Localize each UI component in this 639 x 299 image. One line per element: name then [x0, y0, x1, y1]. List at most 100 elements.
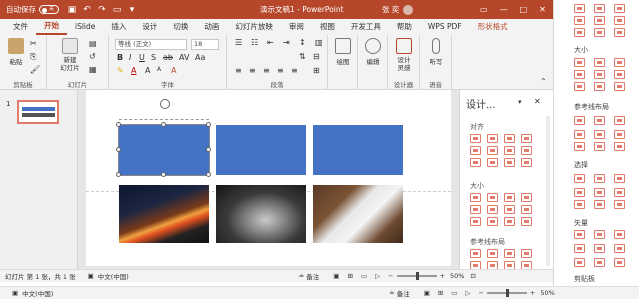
- increase-indent-icon[interactable]: ⇥: [283, 38, 290, 47]
- tab-3[interactable]: 插入: [103, 19, 134, 35]
- underline-icon[interactable]: U: [139, 53, 145, 62]
- tool-icon[interactable]: [594, 4, 605, 13]
- layout-tool-icon[interactable]: [521, 193, 532, 202]
- layout-tool-icon[interactable]: [470, 249, 481, 258]
- photo-laptop-typing[interactable]: [216, 185, 306, 243]
- tool-icon[interactable]: [614, 174, 625, 183]
- resize-handle[interactable]: [116, 122, 121, 127]
- layout-tool-icon[interactable]: [521, 249, 532, 258]
- tool-icon[interactable]: [574, 4, 585, 13]
- present-icon[interactable]: ▭: [112, 5, 122, 15]
- layout-tool-icon[interactable]: [470, 193, 481, 202]
- tool-icon[interactable]: [594, 82, 605, 91]
- decrease-indent-icon[interactable]: ⇤: [267, 38, 274, 47]
- autosave-control[interactable]: 自动保存 关: [6, 4, 59, 15]
- status-zoom[interactable]: 50%: [450, 272, 464, 280]
- bullets-icon[interactable]: ☰: [235, 38, 242, 47]
- normal-view-icon[interactable]: ▣: [333, 272, 339, 280]
- undo-icon[interactable]: ↶: [82, 5, 92, 15]
- outer-notes-icon[interactable]: ≐: [389, 289, 394, 297]
- resize-handle[interactable]: [206, 122, 211, 127]
- layout-tool-icon[interactable]: [504, 158, 515, 167]
- outer-zoom[interactable]: 50%: [540, 289, 554, 297]
- tool-icon[interactable]: [574, 230, 585, 239]
- tool-icon[interactable]: [614, 244, 625, 253]
- tool-icon[interactable]: [614, 130, 625, 139]
- slide-thumbnail[interactable]: [17, 100, 59, 124]
- tab-8[interactable]: 审阅: [281, 19, 312, 35]
- tool-icon[interactable]: [614, 28, 625, 37]
- collapse-ribbon-icon[interactable]: ⌃: [540, 77, 547, 86]
- rectangle-shape-2[interactable]: [216, 125, 306, 175]
- tool-icon[interactable]: [594, 230, 605, 239]
- layout-tool-icon[interactable]: [487, 217, 498, 226]
- tool-icon[interactable]: [574, 200, 585, 209]
- tool-icon[interactable]: [614, 230, 625, 239]
- tool-icon[interactable]: [574, 130, 585, 139]
- tool-icon[interactable]: [574, 142, 585, 151]
- align-text-icon[interactable]: ⊟: [313, 52, 320, 61]
- outer-slideshow-view-icon[interactable]: ▷: [465, 289, 470, 297]
- tool-icon[interactable]: [614, 200, 625, 209]
- outer-notes[interactable]: 备注: [397, 288, 410, 298]
- layout-tool-icon[interactable]: [504, 193, 515, 202]
- align-left-icon[interactable]: ≡: [235, 66, 242, 75]
- tool-icon[interactable]: [594, 174, 605, 183]
- layout-tool-icon[interactable]: [487, 134, 498, 143]
- zoom-slider[interactable]: [396, 272, 437, 280]
- reading-view-icon[interactable]: ▭: [361, 272, 367, 280]
- status-notes[interactable]: 备注: [306, 271, 319, 281]
- tool-icon[interactable]: [614, 258, 625, 267]
- layout-tool-icon[interactable]: [504, 217, 515, 226]
- rotate-handle-icon[interactable]: [160, 99, 170, 109]
- tool-icon[interactable]: [574, 258, 585, 267]
- tool-icon[interactable]: [614, 4, 625, 13]
- tool-icon[interactable]: [614, 142, 625, 151]
- slideshow-view-icon[interactable]: ▷: [375, 272, 380, 280]
- tool-icon[interactable]: [594, 16, 605, 25]
- font-color-icon[interactable]: A: [131, 66, 136, 75]
- tool-icon[interactable]: [594, 58, 605, 67]
- tool-icon[interactable]: [614, 58, 625, 67]
- tool-icon[interactable]: [614, 188, 625, 197]
- layout-tool-icon[interactable]: [521, 217, 532, 226]
- layout-tool-icon[interactable]: [487, 193, 498, 202]
- design-ideas-button[interactable]: 设计 灵感: [391, 38, 417, 72]
- outer-language[interactable]: 中文(中国): [22, 288, 53, 298]
- line-spacing-icon[interactable]: ↕: [299, 38, 306, 47]
- outer-zoom-in-icon[interactable]: +: [530, 289, 535, 297]
- distribute-icon[interactable]: ≡: [291, 66, 298, 75]
- resize-handle[interactable]: [116, 172, 121, 177]
- redo-icon[interactable]: ↷: [97, 5, 107, 15]
- tab-4[interactable]: 设计: [134, 19, 165, 35]
- zoom-thumb[interactable]: [415, 272, 419, 280]
- change-case-icon[interactable]: Aa: [195, 53, 205, 62]
- tab-10[interactable]: 开发工具: [343, 19, 389, 35]
- outer-zoom-slider[interactable]: [486, 289, 527, 297]
- ribbon-display-icon[interactable]: ▭: [480, 5, 488, 14]
- layout-tool-icon[interactable]: [521, 134, 532, 143]
- slide-canvas[interactable]: [86, 90, 451, 266]
- outer-reading-view-icon[interactable]: ▭: [451, 289, 457, 297]
- sorter-view-icon[interactable]: ⊞: [347, 272, 352, 280]
- shrink-font-icon[interactable]: A: [157, 66, 161, 73]
- editing-button[interactable]: 编辑: [360, 38, 386, 66]
- notes-icon[interactable]: ≐: [299, 272, 304, 280]
- copy-icon[interactable]: ⎘: [30, 52, 36, 62]
- align-center-icon[interactable]: ≡: [249, 66, 256, 75]
- dictate-button[interactable]: 听写: [423, 38, 449, 66]
- layout-tool-icon[interactable]: [470, 146, 481, 155]
- tool-icon[interactable]: [614, 70, 625, 79]
- tab-2[interactable]: iSlide: [67, 19, 103, 35]
- user-account[interactable]: 张 奕: [382, 4, 414, 15]
- text-direction-icon[interactable]: ⇅: [299, 52, 306, 61]
- drawing-button[interactable]: 绘图: [330, 38, 356, 66]
- resize-handle[interactable]: [116, 147, 121, 152]
- tool-icon[interactable]: [614, 116, 625, 125]
- tab-0[interactable]: 文件: [5, 19, 36, 35]
- tool-icon[interactable]: [574, 58, 585, 67]
- outer-zoom-out-icon[interactable]: −: [478, 289, 483, 297]
- tool-icon[interactable]: [594, 116, 605, 125]
- tab-1[interactable]: 开始: [36, 19, 67, 35]
- layout-tool-icon[interactable]: [487, 158, 498, 167]
